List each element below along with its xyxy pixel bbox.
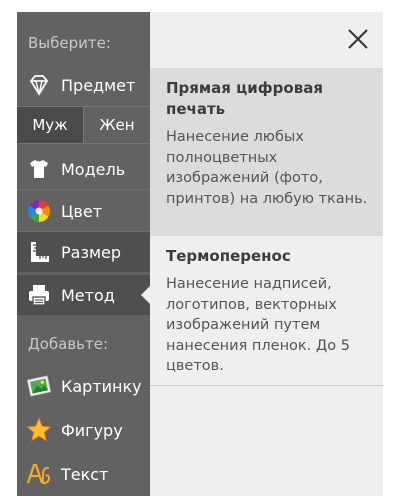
option-description: Нанесение любых полноцветных изображений… bbox=[166, 129, 368, 207]
sidebar-item-subject[interactable]: Предмет bbox=[17, 65, 150, 105]
gender-toggle: Муж Жен bbox=[17, 106, 150, 144]
sidebar-item-model[interactable]: Модель bbox=[17, 149, 150, 189]
close-button[interactable] bbox=[343, 24, 373, 54]
picture-icon bbox=[26, 373, 52, 399]
option-description: Нанесение надписей, логотипов, векторных… bbox=[166, 276, 350, 374]
sidebar: Выберите: Предмет Муж Жен Модель Цвет Ра… bbox=[17, 12, 150, 496]
sidebar-item-size[interactable]: Размер bbox=[17, 232, 150, 272]
gender-female-button[interactable]: Жен bbox=[83, 107, 150, 143]
method-option-heat-transfer[interactable]: Термоперенос Нанесение надписей, логотип… bbox=[150, 236, 383, 386]
text-icon bbox=[26, 461, 52, 487]
method-option-direct-print[interactable]: Прямая цифровая печать Нанесение любых п… bbox=[150, 68, 383, 236]
sidebar-item-shape[interactable]: Фигуру bbox=[17, 410, 150, 450]
choose-label: Выберите: bbox=[28, 34, 111, 52]
sidebar-item-label: Текст bbox=[61, 464, 109, 484]
sidebar-item-label: Предмет bbox=[61, 75, 136, 95]
sidebar-item-label: Цвет bbox=[61, 201, 103, 221]
option-title: Прямая цифровая печать bbox=[166, 79, 323, 118]
selection-pointer bbox=[141, 286, 150, 304]
sidebar-item-label: Метод bbox=[61, 285, 115, 305]
color-wheel-icon bbox=[26, 198, 52, 224]
tshirt-icon bbox=[26, 156, 52, 182]
sidebar-item-label: Модель bbox=[61, 159, 126, 179]
sidebar-item-label: Картинку bbox=[61, 376, 142, 396]
ruler-icon bbox=[26, 239, 52, 265]
method-panel: Прямая цифровая печать Нанесение любых п… bbox=[150, 12, 383, 496]
star-icon bbox=[26, 417, 52, 443]
close-icon bbox=[348, 29, 368, 49]
sidebar-item-picture[interactable]: Картинку bbox=[17, 366, 150, 406]
sidebar-item-label: Фигуру bbox=[61, 420, 123, 440]
sidebar-item-label: Размер bbox=[61, 242, 122, 262]
option-title: Термоперенос bbox=[166, 247, 291, 265]
sidebar-item-text[interactable]: Текст bbox=[17, 454, 150, 494]
add-label: Добавьте: bbox=[28, 335, 109, 353]
diamond-icon bbox=[26, 72, 52, 98]
gender-male-button[interactable]: Муж bbox=[17, 107, 83, 143]
sidebar-item-method[interactable]: Метод bbox=[17, 275, 150, 315]
printer-icon bbox=[26, 282, 52, 308]
sidebar-item-color[interactable]: Цвет bbox=[17, 191, 150, 231]
